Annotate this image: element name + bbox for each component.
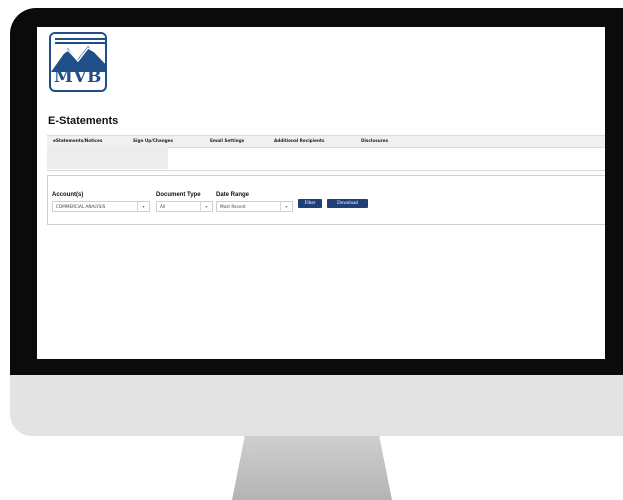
mvb-logo: MVB [49, 32, 107, 92]
account-label: Account(s) [52, 192, 84, 198]
document-type-value: All [160, 204, 166, 209]
tab-estatements-notices[interactable]: eStatements/Notices [53, 138, 102, 143]
tab-sign-up-changes[interactable]: Sign Up/Changes [133, 138, 173, 143]
document-type-label: Document Type [156, 192, 201, 198]
chevron-down-icon: ▾ [280, 202, 292, 211]
screen: MVB E-Statements eStatements/Notices Sig… [37, 27, 605, 359]
monitor-chin [10, 375, 623, 436]
tab-disclosures[interactable]: Disclosures [361, 138, 388, 143]
account-value: COMMERCIAL ANALYSIS [56, 204, 106, 209]
tab-additional-recipients[interactable]: Additional Recipients [274, 138, 324, 143]
filter-panel: Account(s) COMMERCIAL ANALYSIS ▾ Documen… [47, 175, 605, 225]
account-select[interactable]: COMMERCIAL ANALYSIS ▾ [52, 201, 150, 212]
date-range-label: Date Range [216, 192, 250, 198]
chevron-down-icon: ▾ [137, 202, 149, 211]
tab-email-settings[interactable]: Email Settings [210, 138, 244, 143]
page-title: E-Statements [48, 115, 119, 127]
tab-content-area [47, 147, 168, 169]
logo-wordmark: MVB [54, 67, 102, 87]
date-range-select[interactable]: Most Recent ▾ [216, 201, 293, 212]
filter-button[interactable]: Filter [298, 199, 322, 208]
download-button[interactable]: Download [327, 199, 368, 208]
date-range-value: Most Recent [220, 204, 246, 209]
document-type-select[interactable]: All ▾ [156, 201, 213, 212]
monitor-stand [232, 436, 392, 500]
chevron-down-icon: ▾ [200, 202, 212, 211]
divider [47, 170, 605, 171]
